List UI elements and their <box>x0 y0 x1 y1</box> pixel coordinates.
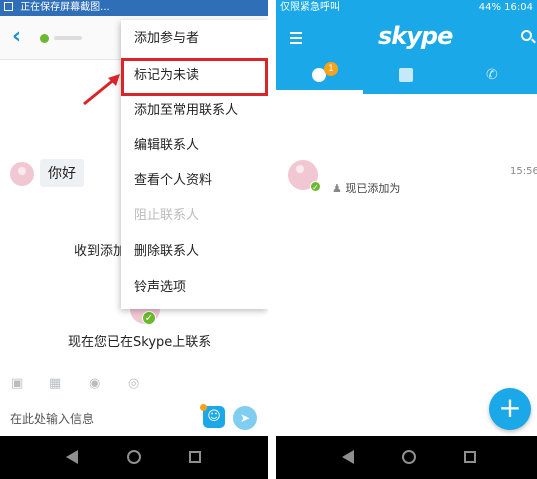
check-icon: ✓ <box>310 181 321 192</box>
recent-subtitle[interactable]: ♟ 现已添加为 <box>332 180 400 196</box>
menu-item-view-profile[interactable]: 查看个人资料 <box>121 163 268 199</box>
emoji-notification-dot <box>200 404 207 411</box>
tab-indicator <box>276 90 363 94</box>
nav-home-icon[interactable] <box>402 450 416 464</box>
menu-icon[interactable] <box>290 32 302 47</box>
online-status-icon <box>40 34 49 43</box>
menu-item-add-favorite[interactable]: 添加至常用联系人 <box>121 93 268 129</box>
message-bubble: 你好 <box>40 159 84 187</box>
file-icon[interactable]: ▣ <box>11 376 23 391</box>
highlight-box <box>121 58 268 96</box>
menu-item-ringtone[interactable]: 铃声选项 <box>121 270 268 306</box>
send-button[interactable]: ➤ <box>233 406 257 430</box>
received-text: 收到添加 <box>74 244 127 259</box>
skype-logo: skype <box>378 22 453 50</box>
nav-back-icon[interactable] <box>66 450 78 464</box>
menu-item-block-contact[interactable]: 阻止联系人 <box>121 198 268 234</box>
status-bar: 正在保存屏幕截图... <box>0 0 268 16</box>
status-right: 44% 16:04 <box>479 0 533 16</box>
unread-badge: 1 <box>324 62 338 76</box>
recent-subtitle-text: 现已添加为 <box>345 182 401 195</box>
nav-recent-icon[interactable] <box>189 451 201 463</box>
menu-item-delete-contact[interactable]: 删除联系人 <box>121 234 268 270</box>
app-header: skype 1 ✆ <box>276 16 537 94</box>
add-button[interactable]: + <box>489 388 531 430</box>
contact-name <box>54 36 82 40</box>
tab-calls[interactable]: ✆ <box>450 62 537 94</box>
nav-home-icon[interactable] <box>127 450 141 464</box>
tab-contacts[interactable] <box>363 62 450 94</box>
chat-screen: 正在保存屏幕截图... ‹ 你好 收到添加 ✓ 现在您已在Skype上联系 ▣ … <box>0 0 268 479</box>
time-text: 16:04 <box>504 2 533 13</box>
nav-recent-icon[interactable] <box>464 451 476 463</box>
menu-item-edit-contact[interactable]: 编辑联系人 <box>121 128 268 164</box>
message-input-bar: 在此处输入信息 ☺ ➤ <box>0 400 268 436</box>
battery-text: 44% <box>478 2 501 13</box>
red-arrow-icon <box>83 74 120 106</box>
message-input[interactable]: 在此处输入信息 <box>10 410 94 427</box>
avatar <box>10 162 34 186</box>
system-nav-bar <box>0 436 268 479</box>
check-icon: ✓ <box>142 311 156 325</box>
contact-name <box>330 161 333 173</box>
image-icon[interactable]: ▦ <box>49 376 61 391</box>
recent-screen: 仅限紧急呼叫 44% 16:04 skype 1 ✆ ✓ 15:56 ♟ 现已添… <box>276 0 537 479</box>
contacts-icon <box>399 68 413 82</box>
status-bar: 仅限紧急呼叫 44% 16:04 <box>276 0 537 16</box>
screenshot-icon <box>4 2 13 11</box>
phone-icon: ✆ <box>486 67 498 83</box>
status-text: 正在保存屏幕截图... <box>20 2 110 13</box>
location-icon[interactable]: ◎ <box>128 376 139 391</box>
connected-text: 现在您已在Skype上联系 <box>68 335 212 350</box>
search-icon[interactable] <box>521 30 532 41</box>
camera-icon[interactable]: ◉ <box>89 376 100 391</box>
system-nav-bar <box>276 436 537 479</box>
carrier-text: 仅限紧急呼叫 <box>280 2 340 13</box>
contact-added-icon: ♟ <box>332 182 342 195</box>
attachment-bar: ▣ ▦ ◉ ◎ <box>0 372 268 396</box>
nav-back-icon[interactable] <box>342 450 354 464</box>
menu-item-add-participant[interactable]: 添加参与者 <box>121 21 268 57</box>
recent-time: 15:56 <box>510 166 537 177</box>
chevron-left-icon[interactable]: ‹ <box>12 26 21 48</box>
